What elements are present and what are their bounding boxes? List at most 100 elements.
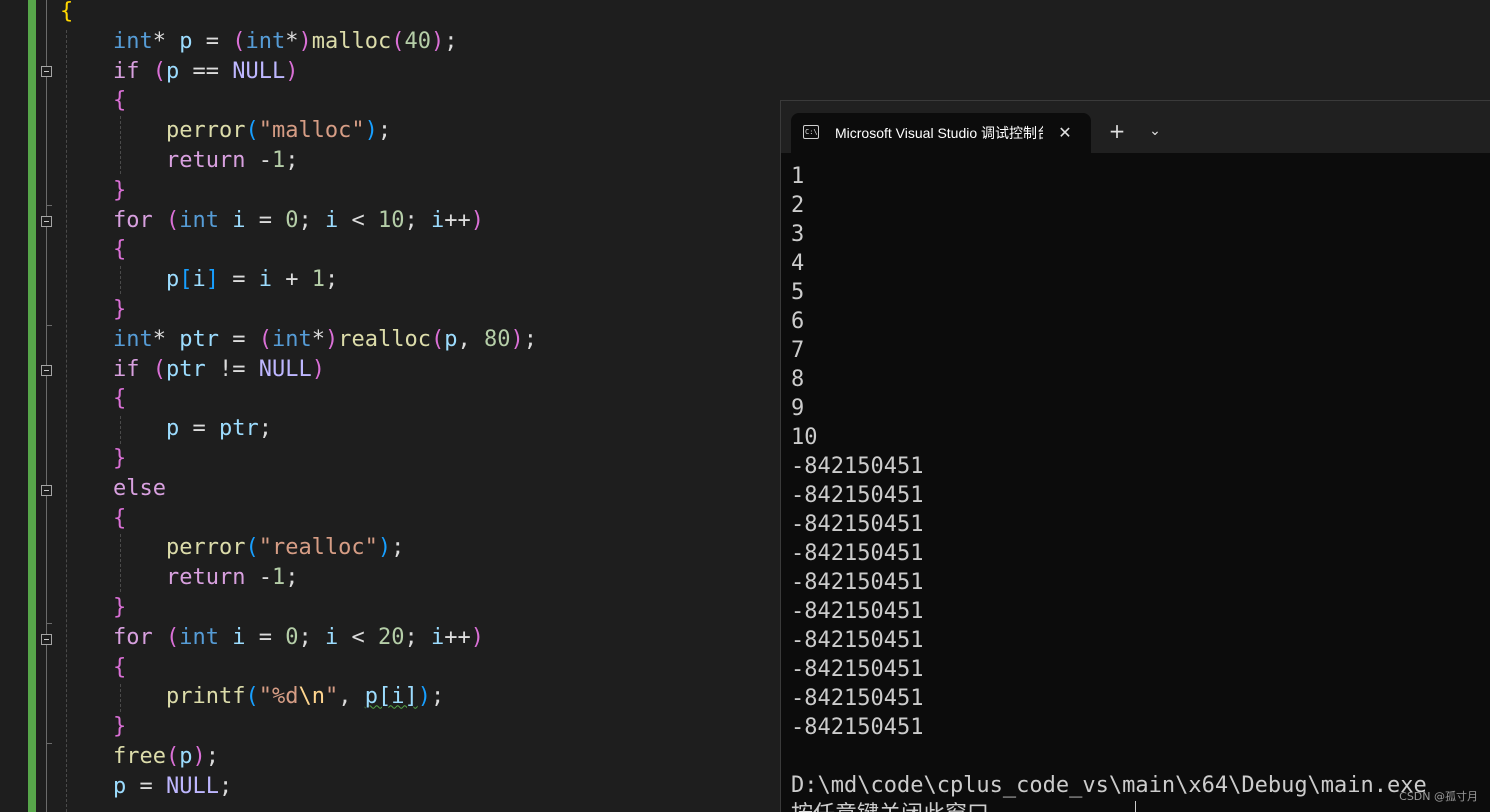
code-token: p (179, 744, 193, 769)
code-token: for (112, 624, 153, 650)
code-line[interactable]: } (60, 712, 126, 742)
console-icon: C:\ (803, 125, 819, 139)
code-token: ; (258, 416, 272, 442)
code-token: i (232, 207, 246, 233)
code-line[interactable]: free(p); (60, 742, 219, 772)
code-line[interactable]: { (60, 384, 126, 414)
code-line[interactable]: int* p = (int*)malloc(40); (60, 27, 457, 57)
code-token: ; (285, 148, 299, 173)
code-token: ) (364, 118, 378, 144)
code-line[interactable]: } (60, 444, 126, 474)
code-token: ; (298, 207, 325, 233)
code-token: ) (285, 58, 299, 84)
code-editor[interactable]: { int* p = (int*)malloc(40); if (p == NU… (0, 0, 780, 812)
code-token: free (112, 744, 166, 769)
code-token: == (179, 58, 233, 84)
code-token: ) (192, 744, 206, 769)
code-line[interactable]: printf("%d\n", p[i]); (60, 682, 444, 712)
collapse-if-block-icon[interactable] (41, 66, 52, 77)
code-token: ( (258, 326, 272, 352)
console-tab-title: Microsoft Visual Studio 调试控制台 (835, 125, 1043, 141)
collapse-for-print-block-icon[interactable] (41, 634, 52, 645)
code-token: ( (232, 28, 246, 54)
code-line[interactable]: perror("malloc"); (60, 116, 391, 146)
code-token: \n (298, 684, 325, 710)
code-token: * (152, 326, 180, 352)
code-line[interactable]: else (60, 474, 166, 504)
console-output[interactable]: 1 2 3 4 5 6 7 8 9 10 -842150451 -842150451 -84215045… (791, 162, 1490, 812)
console-output-line: D:\md\code\cplus_code_vs\main\x64\Debug\… (791, 773, 1427, 798)
console-titlebar[interactable]: C:\ Microsoft Visual Studio 调试控制台 ✕ + ⌄ (781, 101, 1490, 153)
code-token: { (112, 505, 127, 531)
code-token: i (324, 624, 339, 650)
code-token: ( (430, 326, 445, 352)
code-line[interactable]: { (60, 0, 73, 27)
code-token: ) (298, 28, 312, 54)
code-line[interactable]: p = ptr; (60, 414, 272, 444)
code-token: i (324, 207, 339, 233)
text-cursor (1135, 801, 1136, 812)
code-line[interactable]: perror("realloc"); (60, 533, 404, 563)
code-token: int (245, 28, 286, 54)
code-token: 40 (404, 28, 431, 54)
close-tab-icon[interactable]: ✕ (1053, 121, 1077, 145)
code-token: [ (179, 267, 193, 293)
code-token: ; (218, 773, 233, 799)
code-token: != (205, 356, 259, 382)
console-tab[interactable]: C:\ Microsoft Visual Studio 调试控制台 ✕ (791, 113, 1091, 153)
code-token: - (245, 565, 272, 591)
console-output-line: 8 (791, 367, 805, 392)
code-token: p (165, 267, 180, 293)
code-line[interactable]: } (60, 295, 126, 325)
code-token: return (165, 565, 246, 591)
console-output-line: 1 (791, 164, 805, 189)
code-line[interactable]: return -1; (60, 563, 298, 593)
code-line[interactable]: for (int i = 0; i < 10; i++) (60, 206, 484, 236)
code-line[interactable]: } (60, 176, 126, 206)
chevron-down-icon[interactable]: ⌄ (1143, 119, 1167, 143)
code-token: return (165, 148, 246, 173)
code-line[interactable]: return -1; (60, 146, 298, 176)
code-line[interactable]: { (60, 86, 126, 116)
collapse-if-ptr-block-icon[interactable] (41, 365, 52, 376)
outline-tick (46, 205, 52, 206)
code-token: printf (165, 684, 246, 710)
code-token: ptr (179, 326, 219, 352)
code-token: = (218, 326, 259, 352)
code-line[interactable]: for (int i = 0; i < 20; i++) (60, 623, 484, 653)
code-line[interactable]: if (p == NULL) (60, 57, 298, 87)
code-token: } (112, 446, 127, 471)
code-token: i (258, 267, 272, 293)
code-token: ptr (218, 416, 259, 442)
code-line[interactable]: { (60, 504, 126, 534)
code-token: ++ (444, 624, 471, 650)
code-line[interactable]: } (60, 593, 126, 623)
code-line[interactable]: int* ptr = (int*)realloc(p, 80); (60, 325, 537, 355)
code-line[interactable]: { (60, 653, 126, 683)
code-line[interactable]: p = NULL; (60, 772, 232, 802)
console-output-line: 6 (791, 309, 805, 334)
code-line[interactable]: { (60, 235, 126, 265)
collapse-else-block-icon[interactable] (41, 485, 52, 496)
console-output-line: 4 (791, 251, 805, 276)
code-token: "%d (258, 684, 299, 710)
code-line[interactable]: if (ptr != NULL) (60, 355, 325, 385)
debug-console-window[interactable]: C:\ Microsoft Visual Studio 调试控制台 ✕ + ⌄ … (780, 100, 1490, 812)
code-token: } (112, 297, 127, 322)
collapse-for-block-icon[interactable] (41, 216, 52, 227)
code-token: i (430, 207, 445, 233)
code-token: * (311, 326, 325, 352)
console-output-line: 2 (791, 193, 805, 218)
new-tab-button[interactable]: + (1105, 119, 1129, 143)
code-line[interactable]: p[i] = i + 1; (60, 265, 338, 295)
